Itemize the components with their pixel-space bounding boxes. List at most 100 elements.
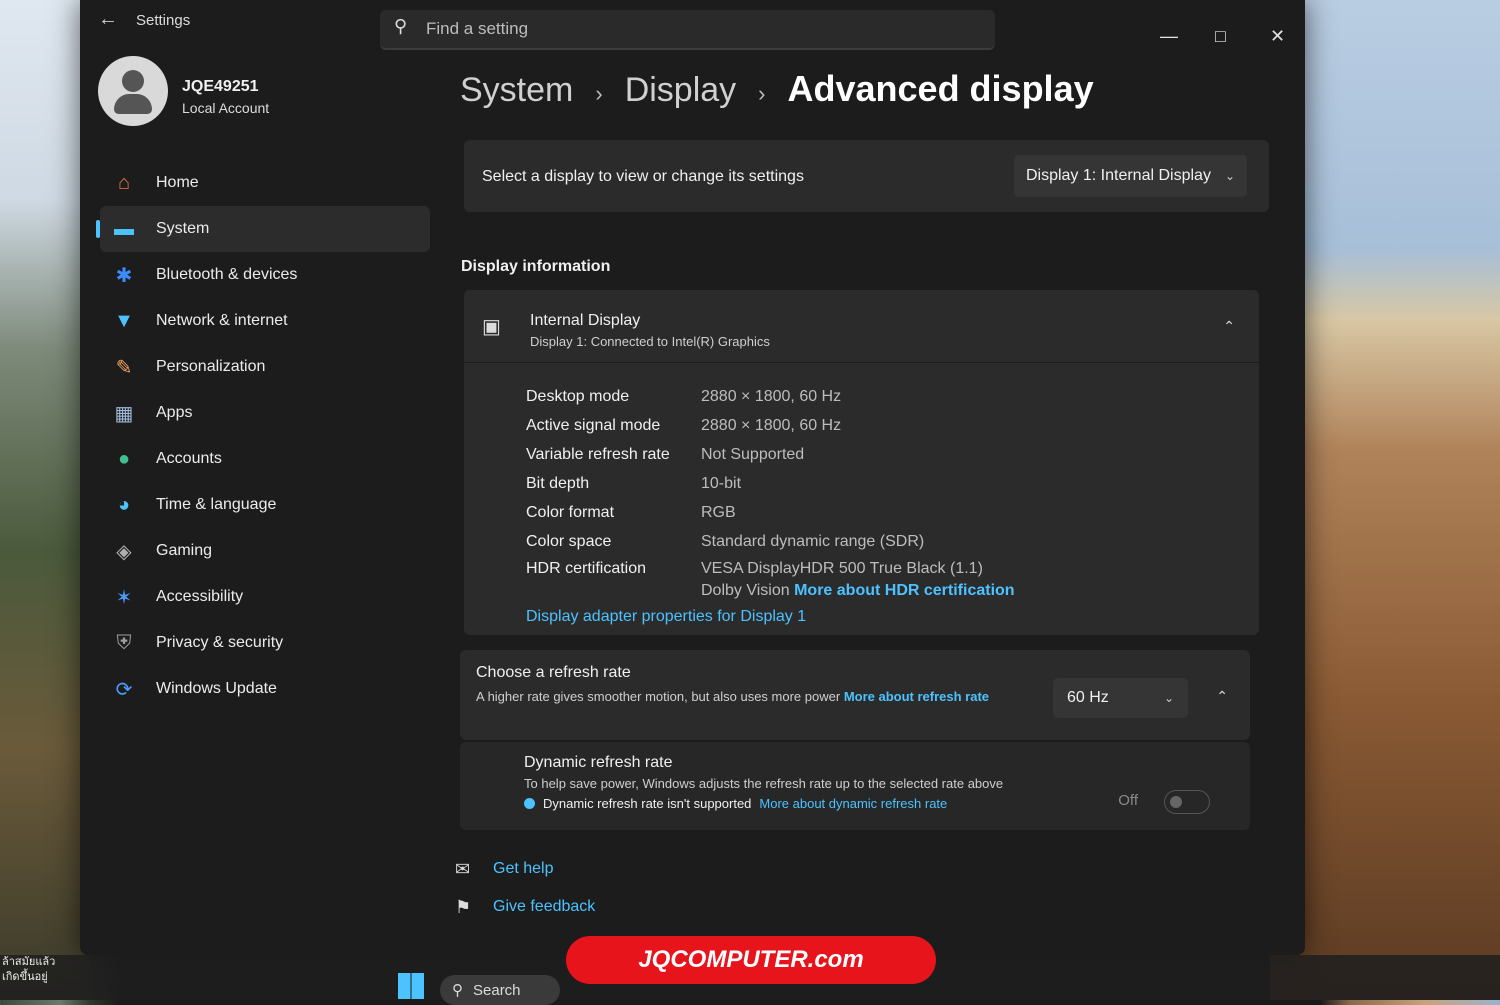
user-profile[interactable]: JQE49251 Local Account: [98, 56, 269, 126]
apps-icon: ▦: [114, 402, 134, 425]
chevron-down-icon: ⌄: [1224, 169, 1235, 183]
chevron-up-icon[interactable]: ⌃: [1223, 318, 1235, 335]
dynamic-refresh-link[interactable]: More about dynamic refresh rate: [759, 796, 947, 811]
desktop-note-line: เกิดขึ้นอยู่: [2, 971, 48, 983]
refresh-rate-description: A higher rate gives smoother motion, but…: [476, 688, 1036, 705]
desktop-note: ล้าสมัยแล้ว เกิดขึ้นอยู่: [2, 955, 55, 985]
info-label: Active signal mode: [526, 416, 661, 434]
sidebar-item-label: Bluetooth & devices: [156, 266, 298, 283]
page-title: Advanced display: [787, 68, 1094, 109]
sidebar-item-label: System: [156, 220, 210, 237]
info-row-variable-refresh-rate: Variable refresh rate Not Supported: [526, 440, 1015, 469]
display-connection: Display 1: Connected to Intel(R) Graphic…: [530, 334, 770, 349]
dynamic-refresh-toggle[interactable]: [1164, 790, 1210, 814]
sidebar-item-label: Windows Update: [156, 680, 277, 697]
refresh-rate-dropdown[interactable]: 60 Hz ⌄: [1053, 678, 1188, 718]
help-links: ✉ Get help ⚑ Give feedback: [455, 850, 595, 926]
brush-icon: ✎: [115, 356, 133, 379]
monitor-icon: ▬: [114, 217, 134, 240]
chevron-up-icon[interactable]: ⌃: [1216, 688, 1228, 705]
feedback-icon: ⚑: [455, 896, 472, 917]
sidebar-item-label: Gaming: [156, 542, 213, 559]
sidebar-item-label: Apps: [156, 404, 193, 421]
section-title-display-information: Display information: [461, 258, 611, 275]
display-information-card: ▣ Internal Display Display 1: Connected …: [464, 290, 1259, 635]
back-arrow-icon[interactable]: ←: [98, 8, 118, 31]
info-value: Standard dynamic range (SDR): [701, 532, 925, 550]
sidebar-nav: ⌂ Home ▬ System ✱ Bluetooth & devices ▼ …: [96, 160, 430, 712]
search-input[interactable]: [424, 10, 968, 48]
sidebar-item-system[interactable]: ▬ System: [96, 206, 430, 252]
info-value: VESA DisplayHDR 500 True Black (1.1): [701, 560, 983, 577]
sidebar-item-time-language[interactable]: ◕ Time & language: [100, 482, 430, 528]
refresh-rate-title: Choose a refresh rate: [476, 664, 631, 681]
taskbar-search[interactable]: ⚲ Search: [440, 975, 560, 1005]
desktop-wallpaper-left: [0, 0, 90, 1000]
sidebar-item-windows-update[interactable]: ⟳ Windows Update: [100, 666, 430, 712]
hdr-second-line: Dolby Vision More about HDR certificatio…: [701, 582, 1015, 600]
windows-start-icon[interactable]: [398, 973, 424, 999]
info-label: Variable refresh rate: [526, 445, 670, 463]
dynamic-refresh-note-text: Dynamic refresh rate isn't supported: [543, 796, 752, 811]
info-value: RGB: [701, 503, 736, 521]
sidebar-item-bluetooth[interactable]: ✱ Bluetooth & devices: [100, 252, 430, 298]
display-dropdown[interactable]: Display 1: Internal Display ⌄: [1013, 155, 1247, 197]
refresh-rate-link[interactable]: More about refresh rate: [844, 689, 989, 704]
sidebar-item-gaming[interactable]: ◈ Gaming: [100, 528, 430, 574]
bluetooth-icon: ✱: [115, 264, 133, 287]
maximize-button[interactable]: □: [1215, 26, 1226, 47]
search-icon: ⚲: [394, 16, 408, 36]
desktop-note-line: ล้าสมัยแล้ว: [2, 956, 56, 968]
display-information-header[interactable]: ▣ Internal Display Display 1: Connected …: [464, 290, 1259, 363]
person-icon: ●: [117, 447, 131, 470]
breadcrumb-display[interactable]: Display: [625, 71, 736, 110]
get-help-link[interactable]: Get help: [493, 860, 553, 878]
home-icon: ⌂: [117, 171, 131, 194]
give-feedback-link[interactable]: Give feedback: [493, 898, 595, 916]
sidebar-item-label: Network & internet: [156, 312, 288, 329]
watermark-banner: JQCOMPUTER.com: [566, 936, 936, 984]
info-value: 10-bit: [701, 474, 742, 492]
info-row-hdr-certification: HDR certification VESA DisplayHDR 500 Tr…: [526, 556, 1015, 612]
minimize-button[interactable]: —: [1160, 26, 1178, 47]
account-type: Local Account: [182, 100, 270, 116]
settings-window: ← Settings ⚲ — □ ✕ JQE49251 Local Accoun…: [80, 0, 1305, 955]
avatar: [98, 56, 168, 126]
taskbar-search-label: Search: [473, 981, 521, 999]
info-label: Desktop mode: [526, 387, 630, 405]
give-feedback-item[interactable]: ⚑ Give feedback: [455, 888, 595, 926]
sidebar-item-accessibility[interactable]: ✶ Accessibility: [100, 574, 430, 620]
chevron-down-icon: ⌄: [1163, 691, 1174, 705]
hdr-certification-link[interactable]: More about HDR certification: [794, 582, 1014, 599]
dynamic-refresh-card: Dynamic refresh rate To help save power,…: [460, 742, 1250, 830]
sidebar-item-privacy-security[interactable]: ⛨ Privacy & security: [100, 620, 430, 666]
info-label: Color format: [526, 503, 615, 521]
info-row-color-format: Color format RGB: [526, 498, 1015, 527]
info-row-desktop-mode: Desktop mode 2880 × 1800, 60 Hz: [526, 382, 1015, 411]
sidebar-item-apps[interactable]: ▦ Apps: [100, 390, 430, 436]
sidebar-item-personalization[interactable]: ✎ Personalization: [100, 344, 430, 390]
search-box[interactable]: ⚲: [380, 10, 995, 50]
laptop-icon: ▣: [482, 316, 501, 338]
info-row-color-space: Color space Standard dynamic range (SDR): [526, 527, 1015, 556]
app-title: Settings: [136, 12, 191, 29]
breadcrumb-system[interactable]: System: [460, 71, 573, 110]
sidebar-item-network[interactable]: ▼ Network & internet: [100, 298, 430, 344]
sidebar-item-home[interactable]: ⌂ Home: [100, 160, 430, 206]
chat-help-icon: ✉: [455, 858, 471, 879]
display-adapter-properties-link[interactable]: Display adapter properties for Display 1: [526, 608, 806, 626]
sidebar-item-accounts[interactable]: ● Accounts: [100, 436, 430, 482]
info-value: Dolby Vision: [701, 582, 790, 599]
sidebar-item-label: Home: [156, 174, 199, 191]
close-button[interactable]: ✕: [1270, 26, 1285, 47]
accessibility-icon: ✶: [115, 586, 133, 609]
chevron-right-icon: ›: [595, 81, 603, 106]
update-icon: ⟳: [115, 678, 133, 701]
dynamic-refresh-note: Dynamic refresh rate isn't supported Mor…: [524, 796, 947, 811]
display-select-card: Select a display to view or change its s…: [464, 140, 1269, 212]
info-dot-icon: [524, 798, 535, 809]
get-help-item[interactable]: ✉ Get help: [455, 850, 595, 888]
display-select-label: Select a display to view or change its s…: [482, 168, 804, 185]
refresh-rate-description-text: A higher rate gives smoother motion, but…: [476, 689, 841, 704]
dynamic-refresh-description: To help save power, Windows adjusts the …: [524, 776, 1004, 791]
